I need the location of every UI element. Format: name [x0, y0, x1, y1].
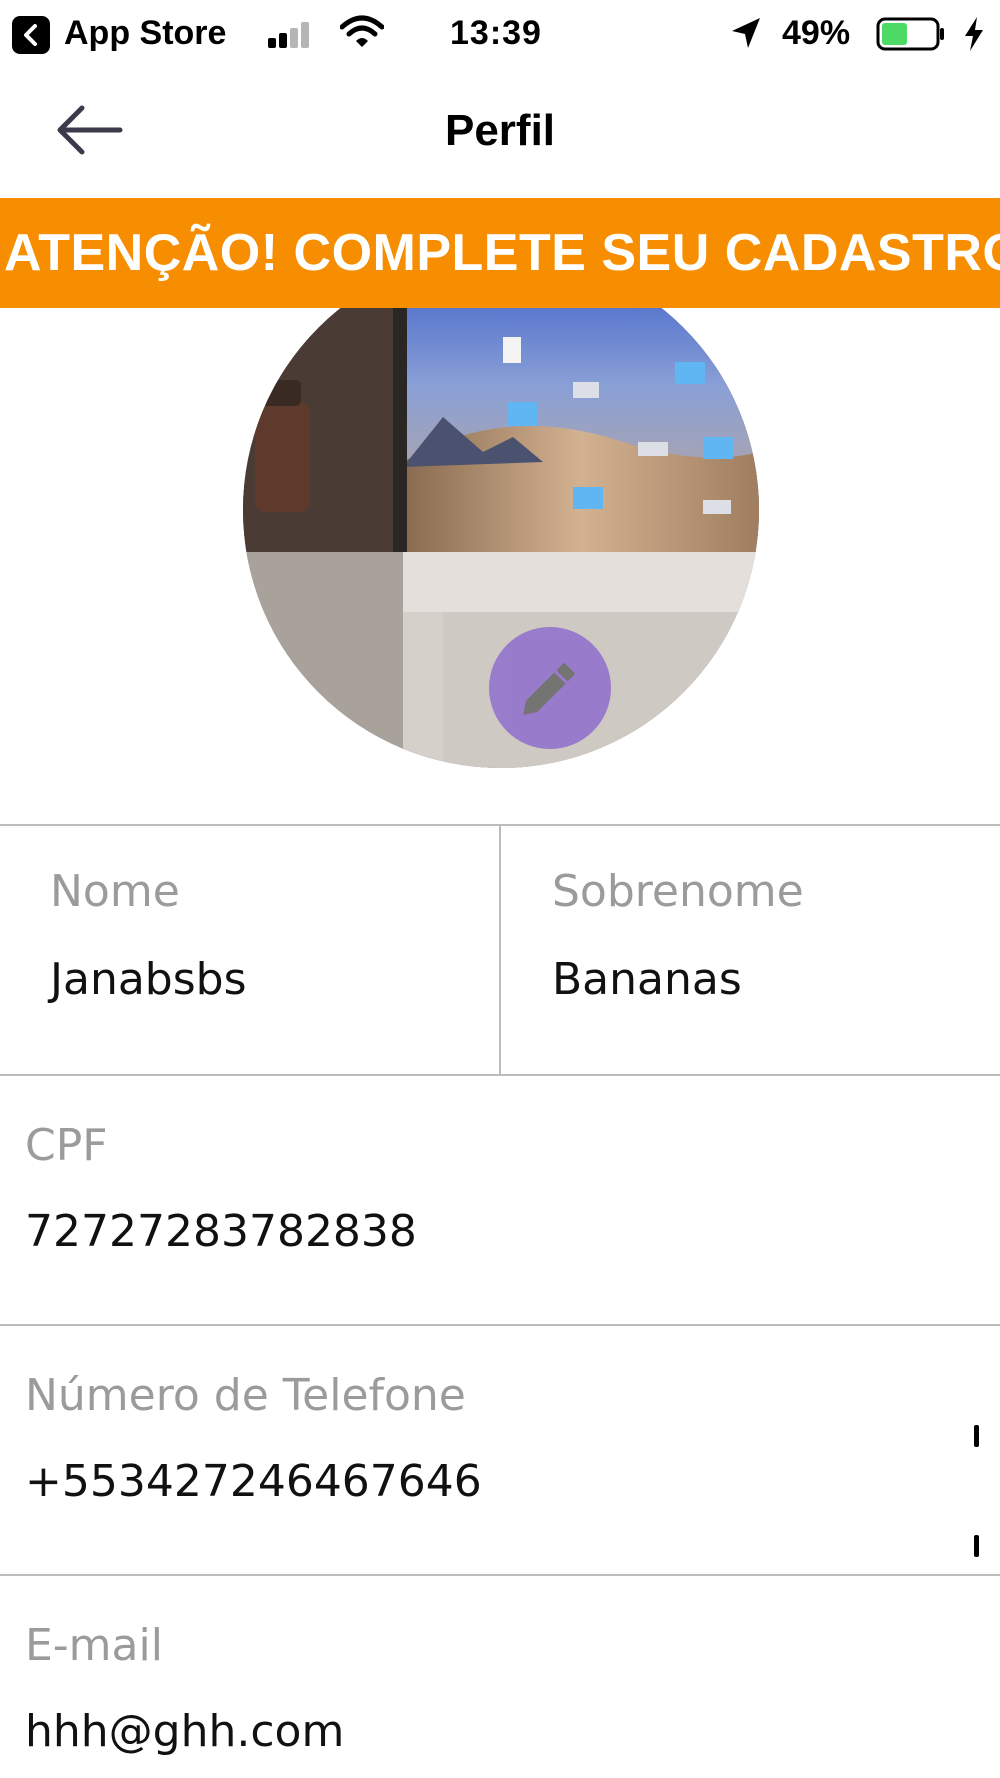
pencil-icon — [523, 663, 575, 715]
cpf-field[interactable]: CPF 72727283782838 — [0, 1076, 1000, 1324]
nav-bar: Perfil — [0, 66, 1000, 198]
edit-avatar-button[interactable] — [489, 627, 611, 749]
phone-field[interactable]: Número de Telefone +553427246467646 — [0, 1326, 1000, 1574]
charging-bolt-icon — [965, 17, 983, 51]
cpf-value: 72727283782838 — [25, 1206, 417, 1257]
battery-percent: 49% — [782, 13, 851, 52]
page-title: Perfil — [444, 106, 556, 155]
first-name-field[interactable]: Nome Janabsbs — [0, 826, 499, 1074]
last-name-field[interactable]: Sobrenome Bananas — [501, 826, 1000, 1074]
clock: 13:39 — [450, 13, 542, 52]
last-name-value: Bananas — [552, 954, 742, 1005]
warning-banner: ATENÇÃO! COMPLETE SEU CADASTRO — [0, 198, 1000, 308]
back-app-label[interactable]: App Store — [64, 12, 226, 54]
phone-value: +553427246467646 — [25, 1456, 482, 1507]
battery-icon — [876, 17, 944, 51]
location-arrow-icon — [732, 18, 760, 48]
last-name-label: Sobrenome — [552, 866, 804, 917]
email-label: E-mail — [25, 1620, 163, 1671]
first-name-value: Janabsbs — [50, 954, 247, 1005]
wifi-icon — [340, 15, 384, 47]
email-field[interactable]: E-mail hhh@ghh.com — [0, 1576, 1000, 1778]
signal-icon — [268, 22, 309, 48]
warning-text: ATENÇÃO! COMPLETE SEU CADASTRO — [4, 224, 1000, 282]
scroll-indicator — [974, 1535, 979, 1557]
phone-label: Número de Telefone — [25, 1370, 466, 1421]
status-bar: App Store 13:39 49% — [0, 0, 1000, 66]
back-chevron-icon — [24, 24, 37, 46]
back-to-app-button[interactable] — [12, 16, 50, 54]
cpf-label: CPF — [25, 1120, 108, 1171]
scroll-indicator — [974, 1425, 979, 1447]
email-value: hhh@ghh.com — [25, 1706, 345, 1757]
first-name-label: Nome — [50, 866, 180, 917]
